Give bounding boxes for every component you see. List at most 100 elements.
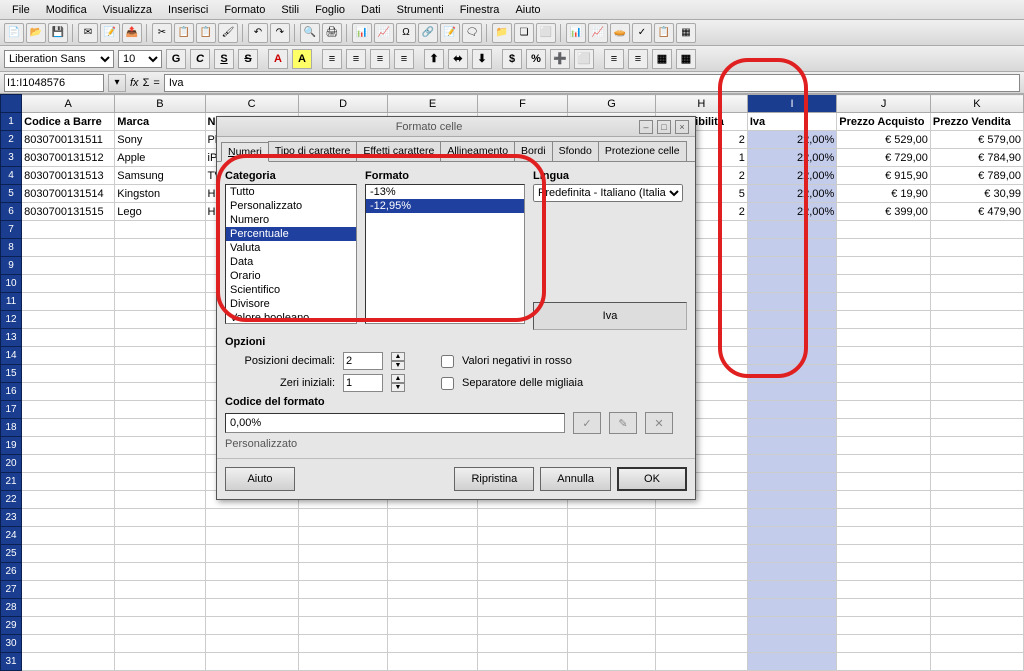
cell[interactable] — [930, 473, 1023, 491]
cell[interactable] — [930, 617, 1023, 635]
row-header-26[interactable]: 26 — [1, 563, 22, 581]
cell-reference-input[interactable] — [4, 74, 104, 92]
row-header-14[interactable]: 14 — [1, 347, 22, 365]
cell[interactable] — [747, 599, 836, 617]
col-header-G[interactable]: G — [568, 95, 656, 113]
valign-bot-button[interactable]: ⬇ — [472, 49, 492, 69]
cell[interactable] — [930, 491, 1023, 509]
cell[interactable] — [837, 257, 931, 275]
cell[interactable] — [747, 257, 836, 275]
row-header-29[interactable]: 29 — [1, 617, 22, 635]
cell[interactable] — [22, 401, 115, 419]
categoria-item[interactable]: Scientifico — [226, 283, 356, 297]
cell[interactable]: 8030700131512 — [22, 149, 115, 167]
cell[interactable] — [747, 635, 836, 653]
code-accept-icon[interactable]: ✓ — [573, 412, 601, 434]
cell[interactable] — [115, 383, 205, 401]
cell[interactable] — [837, 473, 931, 491]
cell[interactable] — [747, 491, 836, 509]
cell[interactable] — [930, 293, 1023, 311]
fx-icon[interactable]: fx — [130, 77, 139, 89]
mail-icon[interactable]: ✉ — [78, 23, 98, 43]
cell[interactable] — [298, 527, 388, 545]
cell[interactable] — [747, 455, 836, 473]
align-right-button[interactable]: ≡ — [370, 49, 390, 69]
cell[interactable] — [115, 635, 205, 653]
currency-button[interactable]: $ — [502, 49, 522, 69]
row-header-9[interactable]: 9 — [1, 257, 22, 275]
menu-inserisci[interactable]: Inserisci — [160, 2, 216, 17]
cell[interactable] — [115, 293, 205, 311]
cell[interactable]: € 729,00 — [837, 149, 931, 167]
dropdown-icon[interactable]: ▾ — [108, 74, 126, 92]
row-header-3[interactable]: 3 — [1, 149, 22, 167]
cell[interactable] — [930, 599, 1023, 617]
formato-listbox[interactable]: -13%-12,95% — [365, 184, 525, 324]
decimali-down[interactable]: ▼ — [391, 361, 405, 370]
bold-button[interactable]: G — [166, 49, 186, 69]
cell[interactable] — [22, 581, 115, 599]
cell[interactable] — [22, 563, 115, 581]
find-icon[interactable]: 🔍 — [300, 23, 320, 43]
formato-item[interactable]: -13% — [366, 185, 524, 199]
row-header-25[interactable]: 25 — [1, 545, 22, 563]
font-name-select[interactable]: Liberation Sans — [4, 50, 114, 68]
cell[interactable] — [477, 599, 568, 617]
align-center-button[interactable]: ≡ — [346, 49, 366, 69]
cell[interactable] — [837, 509, 931, 527]
menu-strumenti[interactable]: Strumenti — [389, 2, 452, 17]
table-header-cell[interactable]: Iva — [747, 113, 836, 131]
cell[interactable] — [747, 365, 836, 383]
cell[interactable] — [115, 491, 205, 509]
cell[interactable] — [930, 653, 1023, 671]
cell[interactable] — [747, 653, 836, 671]
fmtpaint-icon[interactable]: 🖌 — [218, 23, 238, 43]
cell[interactable] — [205, 527, 298, 545]
cell[interactable]: € 784,90 — [930, 149, 1023, 167]
note-icon[interactable]: 📝 — [440, 23, 460, 43]
grid-icon[interactable]: ▦ — [676, 23, 696, 43]
cell[interactable] — [747, 293, 836, 311]
cell[interactable] — [747, 581, 836, 599]
cell[interactable] — [115, 617, 205, 635]
cell[interactable] — [22, 599, 115, 617]
col-header-F[interactable]: F — [477, 95, 568, 113]
cell[interactable]: 22,00% — [747, 131, 836, 149]
menu-foglio[interactable]: Foglio — [307, 2, 353, 17]
cell[interactable] — [298, 545, 388, 563]
cell[interactable] — [568, 617, 656, 635]
cell[interactable] — [837, 311, 931, 329]
deldec-button[interactable]: ⬜ — [574, 49, 594, 69]
col-header-A[interactable]: A — [22, 95, 115, 113]
cell[interactable] — [747, 275, 836, 293]
cell[interactable] — [747, 221, 836, 239]
cell[interactable] — [22, 257, 115, 275]
code-delete-icon[interactable]: ✕ — [645, 412, 673, 434]
cell[interactable] — [115, 365, 205, 383]
cell[interactable] — [388, 617, 477, 635]
cell[interactable] — [115, 347, 205, 365]
cell[interactable] — [930, 581, 1023, 599]
border-button[interactable]: ▦ — [652, 49, 672, 69]
cut-icon[interactable]: ✂ — [152, 23, 172, 43]
clip-icon[interactable]: 📋 — [654, 23, 674, 43]
cell[interactable] — [747, 239, 836, 257]
categoria-item[interactable]: Orario — [226, 269, 356, 283]
cell[interactable]: Sony — [115, 131, 205, 149]
categoria-item[interactable]: Tutto — [226, 185, 356, 199]
neg-red-checkbox[interactable] — [441, 355, 454, 368]
strike-button[interactable]: S — [238, 49, 258, 69]
cell[interactable] — [115, 599, 205, 617]
cell[interactable] — [205, 509, 298, 527]
cell[interactable] — [298, 653, 388, 671]
row-header-12[interactable]: 12 — [1, 311, 22, 329]
cell[interactable] — [22, 455, 115, 473]
cell[interactable] — [22, 293, 115, 311]
cell[interactable] — [388, 635, 477, 653]
cell[interactable]: € 579,00 — [930, 131, 1023, 149]
cell[interactable]: 22,00% — [747, 167, 836, 185]
cell[interactable] — [837, 293, 931, 311]
categoria-item[interactable]: Personalizzato — [226, 199, 356, 213]
fontcolor-button[interactable]: A — [268, 49, 288, 69]
menu-dati[interactable]: Dati — [353, 2, 389, 17]
